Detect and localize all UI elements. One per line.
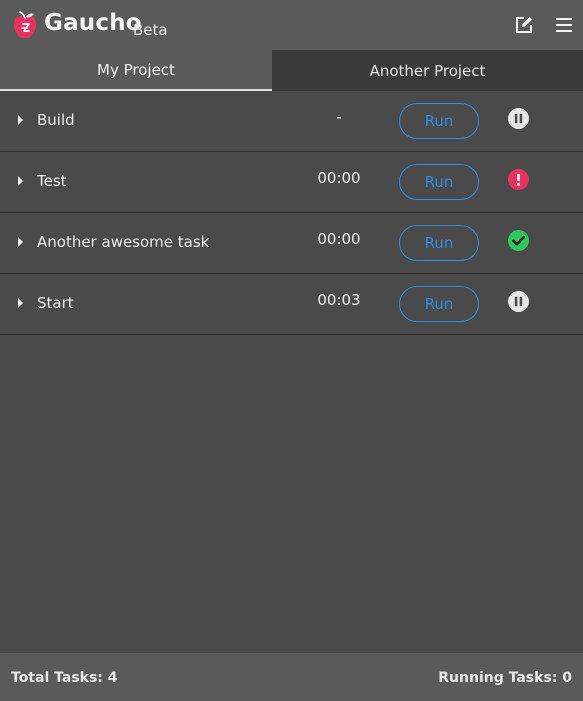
task-name: Start [37,294,74,312]
apple-logo-icon [14,11,36,39]
task-time: 00:00 [317,230,361,248]
hamburger-menu-icon [556,18,572,32]
task-name: Another awesome task [37,233,210,251]
beta-badge: Beta [133,21,168,39]
expand-caret-icon[interactable] [17,175,25,187]
app-window: Gaucho Beta My Project Another Project B [0,0,583,701]
run-button[interactable]: Run [399,286,479,322]
expand-caret-icon[interactable] [17,114,25,126]
task-list: Build - Run Test 00:00 Run Another aweso… [0,91,583,335]
pause-icon [508,291,529,312]
run-button[interactable]: Run [399,225,479,261]
pause-icon [508,108,529,129]
project-tabs: My Project Another Project [0,50,583,91]
task-row: Another awesome task 00:00 Run [0,213,583,274]
run-button[interactable]: Run [399,103,479,139]
running-tasks-label: Running Tasks: 0 [438,670,572,686]
total-tasks-label: Total Tasks: 4 [11,670,118,686]
task-name: Test [37,172,67,190]
tab-my-project[interactable]: My Project [0,50,272,91]
task-time: 00:00 [317,169,361,187]
app-header: Gaucho Beta [0,0,583,50]
error-icon [508,169,529,190]
app-title: Gaucho [44,10,142,36]
menu-button[interactable] [553,14,575,36]
task-time: - [336,108,342,126]
task-row: Build - Run [0,91,583,152]
task-time: 00:03 [317,291,361,309]
tab-another-project[interactable]: Another Project [272,50,583,91]
run-button[interactable]: Run [399,164,479,200]
edit-button[interactable] [513,14,535,36]
expand-caret-icon[interactable] [17,236,25,248]
task-row: Start 00:03 Run [0,274,583,335]
edit-icon [516,17,532,33]
expand-caret-icon[interactable] [17,297,25,309]
task-name: Build [37,111,75,129]
status-footer: Total Tasks: 4 Running Tasks: 0 [0,653,583,701]
task-row: Test 00:00 Run [0,152,583,213]
check-icon [508,230,529,251]
